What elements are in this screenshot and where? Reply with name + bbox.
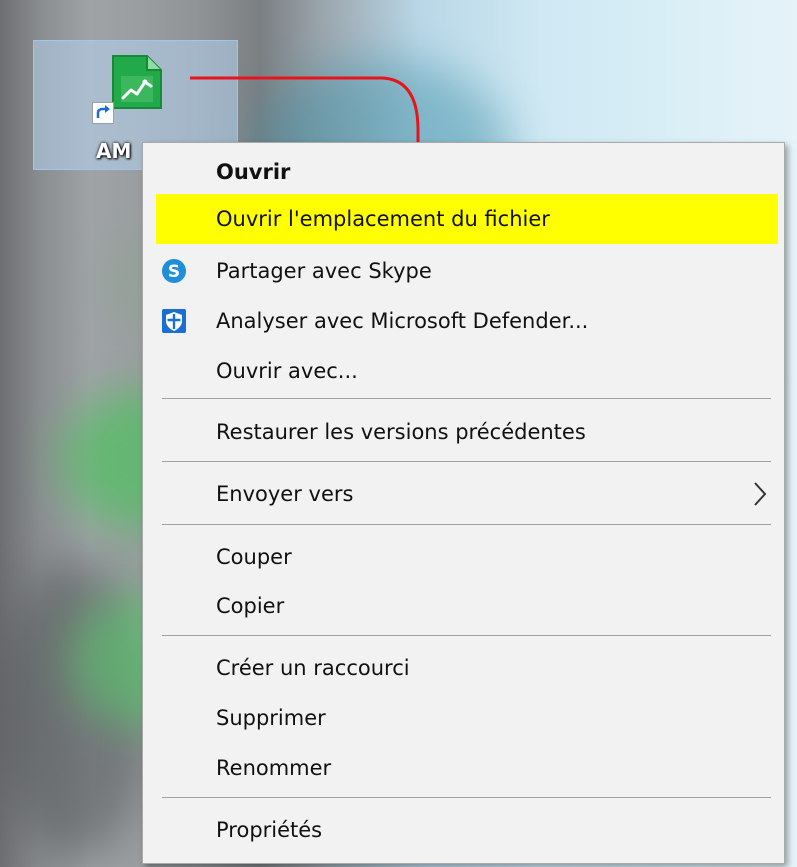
menu-item-ouvrir-avec[interactable]: Ouvrir avec...	[143, 346, 784, 396]
menu-item-label: Copier	[216, 594, 285, 618]
menu-item-restaurer-versions[interactable]: Restaurer les versions précédentes	[143, 407, 784, 457]
menu-item-creer-raccourci[interactable]: Créer un raccourci	[143, 643, 784, 693]
menu-item-label: Analyser avec Microsoft Defender...	[216, 309, 589, 333]
menu-item-couper[interactable]: Couper	[143, 532, 784, 582]
menu-item-partager-skype[interactable]: S Partager avec Skype	[143, 246, 784, 296]
spreadsheet-chart-file-icon	[112, 55, 162, 109]
menu-item-supprimer[interactable]: Supprimer	[143, 693, 784, 743]
menu-item-label: Renommer	[216, 756, 332, 780]
menu-item-copier[interactable]: Copier	[143, 581, 784, 631]
menu-item-label: Ouvrir	[216, 160, 291, 184]
menu-item-label: Envoyer vers	[216, 482, 354, 506]
menu-item-label: Partager avec Skype	[216, 259, 432, 283]
svg-text:S: S	[168, 262, 180, 282]
skype-icon: S	[162, 259, 186, 283]
shortcut-arrow-icon	[92, 102, 114, 124]
menu-separator	[162, 797, 771, 798]
menu-item-renommer[interactable]: Renommer	[143, 743, 784, 793]
menu-item-label: Restaurer les versions précédentes	[216, 420, 586, 444]
menu-item-label: Couper	[216, 545, 292, 569]
menu-item-analyser-defender[interactable]: Analyser avec Microsoft Defender...	[143, 296, 784, 346]
screenshot-root: AM Ouvrir Ouvrir l'emplacement du fichie…	[0, 0, 797, 867]
menu-separator	[162, 524, 771, 525]
menu-item-ouvrir[interactable]: Ouvrir	[143, 147, 784, 197]
microsoft-defender-shield-icon	[162, 309, 186, 333]
context-menu: Ouvrir Ouvrir l'emplacement du fichier S…	[142, 142, 785, 864]
menu-item-label: Ouvrir l'emplacement du fichier	[216, 207, 550, 231]
chevron-right-icon	[754, 482, 767, 506]
menu-item-proprietes[interactable]: Propriétés	[143, 805, 784, 855]
shortcut-label: AM	[96, 139, 132, 163]
menu-item-label: Propriétés	[216, 818, 323, 842]
menu-item-envoyer-vers[interactable]: Envoyer vers	[143, 469, 784, 519]
menu-item-label: Créer un raccourci	[216, 656, 410, 680]
menu-item-label: Ouvrir avec...	[216, 359, 358, 383]
menu-separator	[162, 635, 771, 636]
menu-item-label: Supprimer	[216, 706, 326, 730]
menu-separator	[162, 398, 771, 399]
menu-item-ouvrir-emplacement[interactable]: Ouvrir l'emplacement du fichier	[156, 194, 778, 244]
menu-separator	[162, 461, 771, 462]
